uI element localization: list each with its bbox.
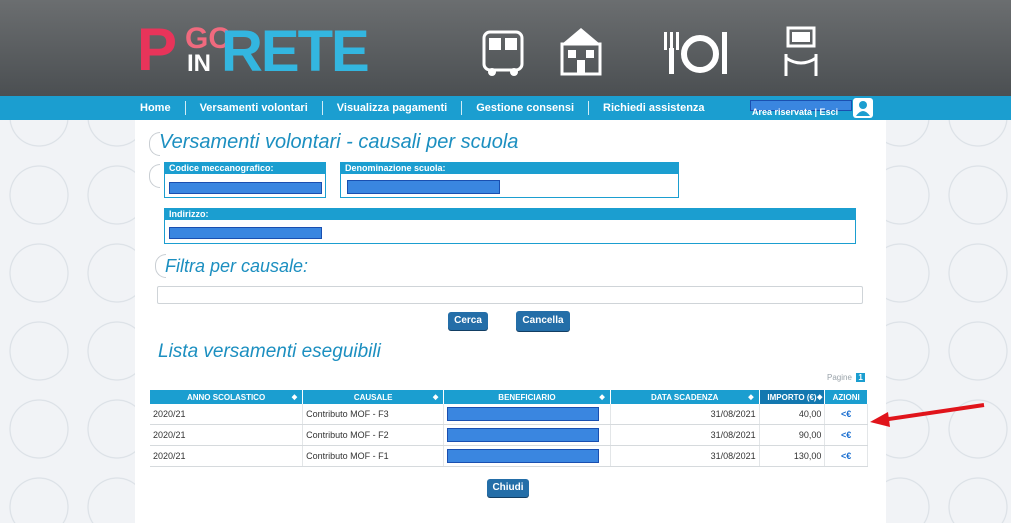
school-building-icon [556,24,606,80]
museum-frame-icon [776,24,826,80]
sort-icon: ◆ [599,394,605,401]
cell-beneficiario [443,404,611,425]
beneficiario-redacted [447,449,600,463]
list-title: Lista versamenti eseguibili [158,341,381,362]
denominazione-scuola-label: Denominazione scuola: [341,163,678,174]
logo-letter-p: P [137,16,178,83]
red-arrow-annotation-icon [870,403,985,427]
pay-action-icon[interactable]: <€ [824,404,868,425]
cell-scadenza: 31/08/2021 [610,445,760,467]
cell-importo: 130,00 [759,445,826,467]
header-banner: P GO IN RETE [0,0,1011,96]
beneficiario-redacted [447,428,600,442]
nav-versamenti-volontari[interactable]: Versamenti volontari [186,101,323,115]
col-data-scadenza[interactable]: DATA SCADENZA ◆ [610,390,760,404]
cell-causale: Contributo MOF - F1 [302,445,445,467]
cutlery-plate-icon [660,24,730,80]
sort-icon: ◆ [432,394,439,401]
nav-richiedi-assistenza[interactable]: Richiedi assistenza [589,101,719,115]
pay-action-icon[interactable]: <€ [824,445,868,467]
col-anno-scolastico[interactable]: ANNO SCOLASTICO ◆ [150,390,304,404]
codice-meccanografico-label: Codice meccanografico: [165,163,325,174]
search-button[interactable]: Cerca [448,312,488,330]
nav-visualizza-pagamenti[interactable]: Visualizza pagamenti [323,101,463,115]
cell-anno: 2020/21 [150,445,304,467]
causale-filter-input[interactable] [157,286,863,304]
page-title: Versamenti volontari - causali per scuol… [159,131,519,153]
sort-icon: ◆ [816,394,823,401]
close-button[interactable]: Chiudi [487,479,529,497]
filter-title: Filtra per causale: [165,256,309,276]
cell-scadenza: 31/08/2021 [610,424,760,446]
sort-icon: ◆ [748,394,754,401]
col-azioni: AZIONI [824,390,868,404]
cancel-button[interactable]: Cancella [516,311,570,331]
main-content: Versamenti volontari - causali per scuol… [135,120,886,523]
pay-action-icon[interactable]: <€ [824,424,868,446]
logo-rete: RETE [221,19,370,84]
codice-meccanografico-value-redacted [169,182,322,194]
indirizzo-value-redacted [169,227,322,239]
pager-page-1[interactable]: 1 [856,373,866,382]
pager-label: Pagine [827,373,852,382]
cell-importo: 40,00 [759,404,826,425]
versamenti-table: ANNO SCOLASTICO ◆ CAUSALE ◆ BENEFICIARIO ◆ … [150,390,868,467]
table-row: 2020/21 Contributo MOF - F2 31/08/2021 9… [150,424,868,446]
col-importo[interactable]: IMPORTO (€) ◆ [759,390,826,404]
beneficiario-redacted [447,407,600,421]
cell-causale: Contributo MOF - F2 [302,424,445,446]
user-avatar-icon[interactable] [853,98,873,118]
pagination: Pagine 1 [827,373,866,382]
col-beneficiario[interactable]: BENEFICIARIO ◆ [443,390,611,404]
cell-beneficiario [443,424,611,446]
pagoinrete-logo[interactable]: P GO IN RETE [137,16,370,84]
cell-causale: Contributo MOF - F3 [302,404,445,425]
cell-anno: 2020/21 [150,424,304,446]
nav-home[interactable]: Home [135,101,186,115]
area-riservata-esci-link[interactable]: Area riservata | Esci [752,107,838,117]
field-bracket [149,164,160,188]
table-row: 2020/21 Contributo MOF - F3 31/08/2021 4… [150,404,868,425]
school-bus-icon [478,24,528,80]
logo-in: IN [187,50,211,77]
cell-anno: 2020/21 [150,404,304,425]
nav-gestione-consensi[interactable]: Gestione consensi [462,101,590,115]
cell-scadenza: 31/08/2021 [610,404,760,425]
indirizzo-label: Indirizzo: [165,209,855,220]
cell-importo: 90,00 [759,424,826,446]
sort-icon: ◆ [291,394,298,401]
col-causale[interactable]: CAUSALE ◆ [302,390,445,404]
cell-beneficiario [443,445,611,467]
denominazione-scuola-value-redacted [347,180,500,194]
table-row: 2020/21 Contributo MOF - F1 31/08/2021 1… [150,445,868,467]
